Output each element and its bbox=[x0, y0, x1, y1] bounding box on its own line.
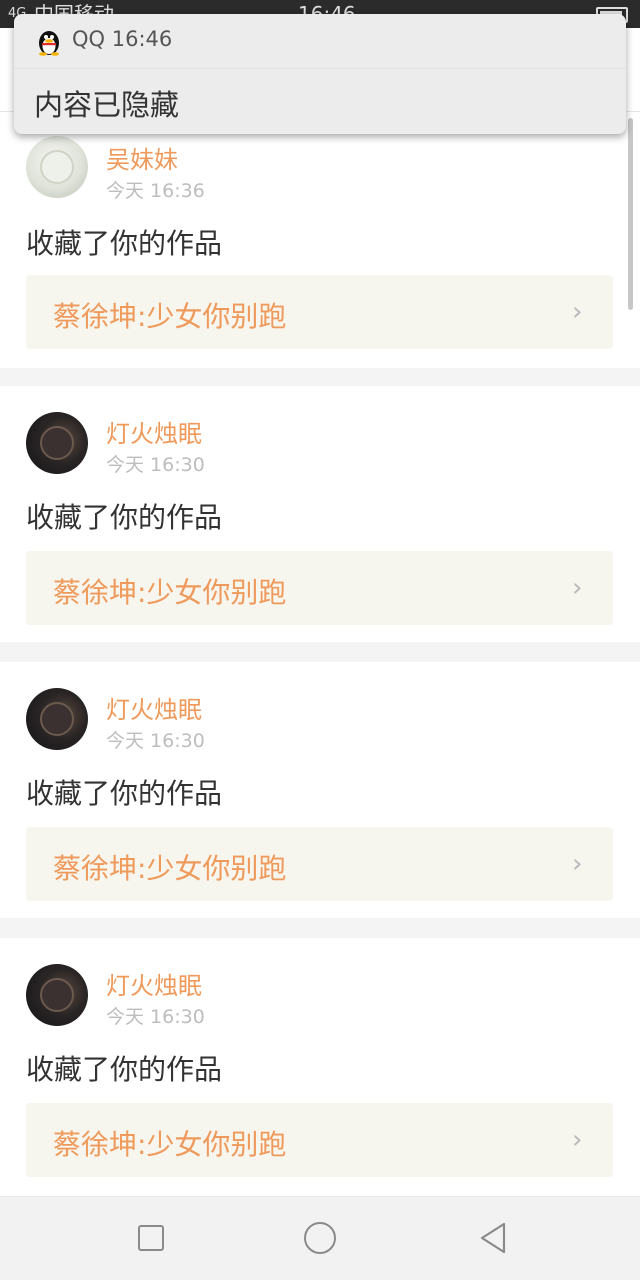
message-feed: 吴妹妹 今天 16:36 收藏了你的作品 蔡徐坤:少女你别跑 › 灯火烛眠 今天… bbox=[0, 112, 640, 1196]
avatar[interactable] bbox=[26, 688, 88, 750]
avatar[interactable] bbox=[26, 964, 88, 1026]
work-title: 蔡徐坤:少女你别跑 bbox=[53, 576, 287, 609]
user-name[interactable]: 灯火烛眠 bbox=[106, 690, 202, 725]
work-title: 蔡徐坤:少女你别跑 bbox=[53, 300, 287, 333]
work-link[interactable]: 蔡徐坤:少女你别跑 › bbox=[26, 275, 613, 349]
feed-card: 吴妹妹 今天 16:36 收藏了你的作品 蔡徐坤:少女你别跑 › bbox=[0, 112, 640, 368]
avatar-image bbox=[40, 702, 74, 736]
work-title: 蔡徐坤:少女你别跑 bbox=[53, 852, 287, 885]
avatar-image bbox=[40, 978, 74, 1012]
system-nav-bar bbox=[0, 1196, 640, 1280]
square-icon[interactable] bbox=[138, 1225, 164, 1251]
action-text: 收藏了你的作品 bbox=[26, 501, 223, 534]
notification-app-time: QQ 16:46 bbox=[72, 27, 173, 51]
chevron-right-icon: › bbox=[572, 297, 583, 327]
timestamp: 今天 16:30 bbox=[106, 730, 205, 752]
avatar[interactable] bbox=[26, 412, 88, 474]
notification-divider bbox=[14, 68, 626, 69]
chevron-right-icon: › bbox=[572, 849, 583, 879]
avatar[interactable] bbox=[26, 136, 88, 198]
work-title: 蔡徐坤:少女你别跑 bbox=[53, 1128, 287, 1161]
timestamp: 今天 16:30 bbox=[106, 1006, 205, 1028]
user-name[interactable]: 灯火烛眠 bbox=[106, 414, 202, 449]
avatar-image bbox=[40, 150, 74, 184]
chevron-right-icon: › bbox=[572, 573, 583, 603]
screen: 4G 中国移动 16:46 ❮ 消息 ◯ QQ 16:46 内容已隐藏 吴妹妹 … bbox=[0, 0, 640, 1280]
avatar-image bbox=[40, 426, 74, 460]
scrollbar[interactable] bbox=[628, 118, 633, 310]
feed-card: 灯火烛眠 今天 16:30 收藏了你的作品 蔡徐坤:少女你别跑 › bbox=[0, 386, 640, 642]
qq-penguin-icon bbox=[39, 31, 59, 56]
feed-card: 灯火烛眠 今天 16:30 收藏了你的作品 蔡徐坤:少女你别跑 › bbox=[0, 662, 640, 918]
work-link[interactable]: 蔡徐坤:少女你别跑 › bbox=[26, 1103, 613, 1177]
notification-message: 内容已隐藏 bbox=[34, 88, 180, 122]
user-name[interactable]: 灯火烛眠 bbox=[106, 966, 202, 1001]
work-link[interactable]: 蔡徐坤:少女你别跑 › bbox=[26, 551, 613, 625]
action-text: 收藏了你的作品 bbox=[26, 1053, 223, 1086]
circle-icon[interactable] bbox=[304, 1222, 336, 1254]
timestamp: 今天 16:36 bbox=[106, 180, 205, 202]
work-link[interactable]: 蔡徐坤:少女你别跑 › bbox=[26, 827, 613, 901]
qq-notification[interactable]: QQ 16:46 内容已隐藏 bbox=[14, 14, 626, 134]
triangle-back-icon[interactable] bbox=[478, 1221, 508, 1255]
chevron-right-icon: › bbox=[572, 1125, 583, 1155]
feed-card: 灯火烛眠 今天 16:30 收藏了你的作品 蔡徐坤:少女你别跑 › bbox=[0, 938, 640, 1196]
action-text: 收藏了你的作品 bbox=[26, 777, 223, 810]
timestamp: 今天 16:30 bbox=[106, 454, 205, 476]
action-text: 收藏了你的作品 bbox=[26, 227, 223, 260]
user-name[interactable]: 吴妹妹 bbox=[106, 140, 178, 175]
